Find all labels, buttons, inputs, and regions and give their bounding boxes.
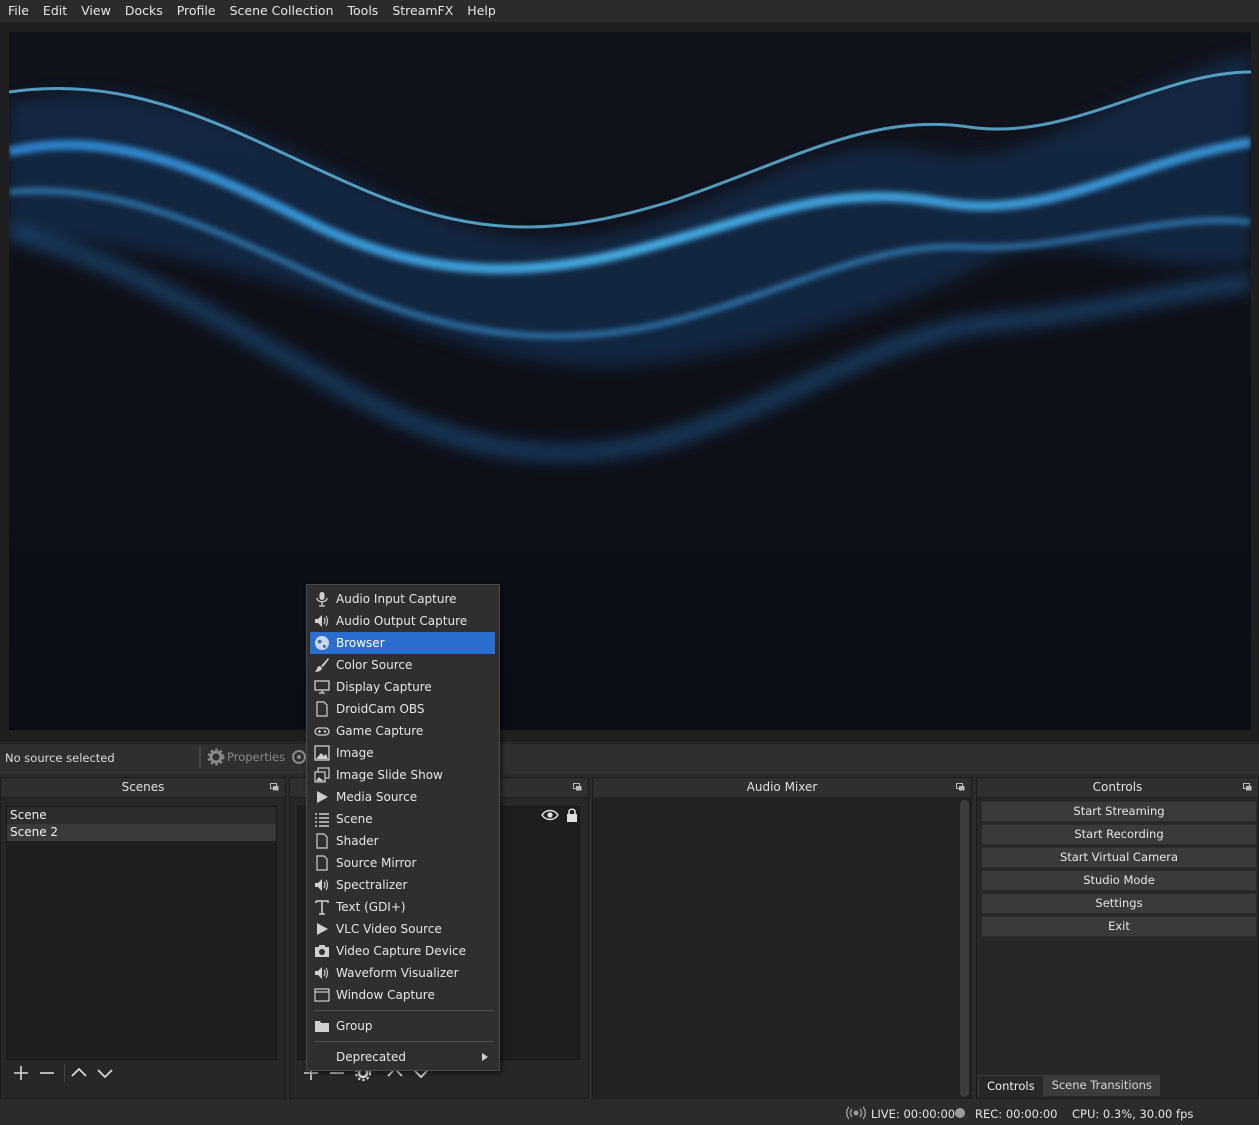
window-icon (314, 988, 330, 1002)
menu-item-browser[interactable]: Browser (310, 632, 495, 654)
start-streaming-button[interactable]: Start Streaming (981, 801, 1257, 822)
file-icon (316, 855, 328, 871)
list-icon (315, 813, 329, 827)
context-bar-separator (199, 746, 201, 768)
menu-item-image[interactable]: Image (310, 742, 495, 764)
menu-scene-collection[interactable]: Scene Collection (223, 0, 341, 22)
tab-controls[interactable]: Controls (978, 1075, 1044, 1097)
undock-icon[interactable] (270, 783, 279, 791)
play-icon (317, 791, 328, 803)
menu-item-text-gdi[interactable]: Text (GDI+) (310, 896, 495, 918)
context-bar (0, 743, 1259, 773)
properties-label: Properties (227, 750, 286, 764)
wave-background-image (9, 32, 1251, 730)
menu-streamfx[interactable]: StreamFX (385, 0, 460, 22)
remove-scene-icon[interactable] (38, 1064, 56, 1082)
preview-canvas[interactable] (9, 32, 1251, 730)
live-timer: LIVE: 00:00:00 (871, 1107, 956, 1121)
menu-item-spectralizer[interactable]: Spectralizer (310, 874, 495, 896)
menu-item-game-capture[interactable]: Game Capture (310, 720, 495, 742)
microphone-icon (316, 592, 328, 607)
move-up-icon[interactable] (70, 1064, 88, 1082)
gamepad-icon (314, 727, 330, 736)
menu-separator (315, 1010, 493, 1011)
audio-mixer-area (593, 797, 971, 1099)
menu-item-shader[interactable]: Shader (310, 830, 495, 852)
folder-icon (315, 1021, 329, 1032)
start-recording-button[interactable]: Start Recording (981, 824, 1257, 845)
speaker-icon (315, 879, 329, 891)
record-dot-icon (955, 1108, 965, 1118)
audio-mixer-title: Audio Mixer (593, 778, 971, 798)
speaker-icon (315, 615, 329, 627)
gear-icon (207, 748, 225, 766)
undock-icon[interactable] (573, 783, 582, 791)
add-source-context-menu: Audio Input Capture Audio Output Capture… (306, 584, 500, 1071)
menu-item-waveform-visualizer[interactable]: Waveform Visualizer (310, 962, 495, 984)
add-scene-icon[interactable] (12, 1064, 30, 1082)
scene-item[interactable]: Scene (7, 807, 276, 824)
controls-title: Controls (977, 778, 1258, 798)
speaker-icon (315, 967, 329, 979)
tab-scene-transitions[interactable]: Scene Transitions (1043, 1075, 1160, 1096)
scenes-list[interactable]: Scene Scene 2 (6, 806, 277, 1060)
menu-profile[interactable]: Profile (170, 0, 223, 22)
menu-edit[interactable]: Edit (36, 0, 74, 22)
undock-icon[interactable] (1243, 783, 1252, 791)
controls-tab-bar: Controls Scene Transitions (978, 1075, 1259, 1097)
brush-icon (315, 658, 329, 672)
menu-item-droidcam-obs[interactable]: DroidCam OBS (310, 698, 495, 720)
exit-button[interactable]: Exit (981, 916, 1257, 937)
lock-icon[interactable] (565, 807, 579, 823)
menu-item-group[interactable]: Group (310, 1015, 495, 1037)
globe-icon (315, 636, 329, 650)
menu-item-audio-output-capture[interactable]: Audio Output Capture (310, 610, 495, 632)
properties-button[interactable]: Properties (207, 747, 285, 767)
menu-separator (315, 1041, 493, 1042)
menu-file[interactable]: File (1, 0, 36, 22)
camera-icon (315, 945, 329, 957)
menu-help[interactable]: Help (460, 0, 503, 22)
submenu-arrow-icon (482, 1053, 488, 1061)
menu-item-video-capture-device[interactable]: Video Capture Device (310, 940, 495, 962)
scenes-title: Scenes (1, 778, 285, 798)
studio-mode-button[interactable]: Studio Mode (981, 870, 1257, 891)
audio-mixer-scrollbar[interactable] (960, 800, 969, 1097)
menu-item-scene[interactable]: Scene (310, 808, 495, 830)
menu-item-color-source[interactable]: Color Source (310, 654, 495, 676)
scene-item[interactable]: Scene 2 (7, 824, 276, 841)
menu-item-display-capture[interactable]: Display Capture (310, 676, 495, 698)
file-icon (316, 833, 328, 849)
no-source-label: No source selected (5, 751, 115, 765)
menu-item-window-capture[interactable]: Window Capture (310, 984, 495, 1006)
menu-docks[interactable]: Docks (118, 0, 170, 22)
play-icon (317, 923, 328, 935)
text-icon (315, 900, 329, 915)
menu-item-audio-input-capture[interactable]: Audio Input Capture (310, 588, 495, 610)
menu-view[interactable]: View (74, 0, 118, 22)
menu-item-source-mirror[interactable]: Source Mirror (310, 852, 495, 874)
status-bar (0, 1101, 1259, 1125)
move-down-icon[interactable] (96, 1064, 114, 1082)
toolbar-separator (64, 1064, 65, 1082)
menu-item-image-slide-show[interactable]: Image Slide Show (310, 764, 495, 786)
image-icon (314, 745, 330, 761)
monitor-icon (314, 680, 330, 694)
start-virtual-camera-button[interactable]: Start Virtual Camera (981, 847, 1257, 868)
file-icon (316, 701, 328, 717)
broadcast-icon (846, 1106, 866, 1120)
menu-item-deprecated[interactable]: Deprecated (310, 1046, 495, 1068)
menu-item-media-source[interactable]: Media Source (310, 786, 495, 808)
rec-timer: REC: 00:00:00 (975, 1107, 1058, 1121)
cpu-fps-readout: CPU: 0.3%, 30.00 fps (1072, 1107, 1194, 1121)
undock-icon[interactable] (956, 783, 965, 791)
menu-tools[interactable]: Tools (341, 0, 386, 22)
menu-item-vlc-video-source[interactable]: VLC Video Source (310, 918, 495, 940)
menu-bar: File Edit View Docks Profile Scene Colle… (0, 0, 1259, 22)
slideshow-icon (314, 767, 330, 783)
settings-button[interactable]: Settings (981, 893, 1257, 914)
visibility-eye-icon[interactable] (541, 808, 559, 822)
